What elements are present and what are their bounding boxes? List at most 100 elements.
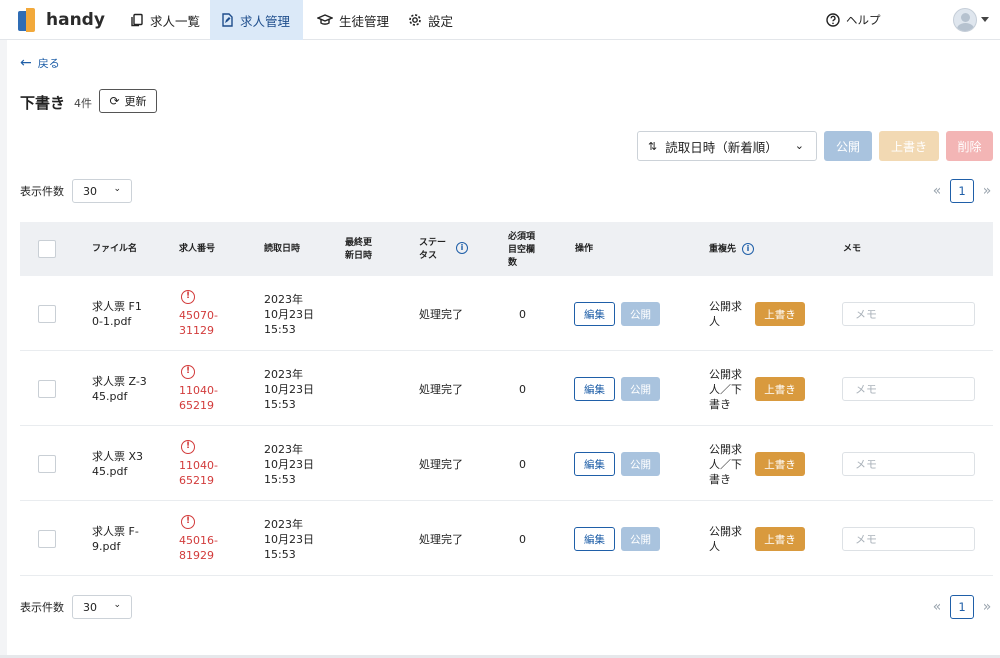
nav-item-job-management[interactable]: 求人管理 (210, 0, 303, 40)
sort-icon: ⇅ (648, 139, 658, 153)
file-name-line2: 0-1.pdf (92, 315, 132, 328)
job-number[interactable]: 45070- 31129 (179, 308, 218, 338)
memo-input[interactable]: メモ (842, 452, 975, 476)
overwrite-button[interactable]: 上書き (755, 377, 805, 401)
job-number[interactable]: 45016- 81929 (179, 533, 218, 563)
refresh-label: 更新 (124, 95, 147, 108)
nav-label: 求人管理 (240, 13, 291, 29)
job-number[interactable]: 11040- 65219 (179, 458, 218, 488)
file-name-line2: 45.pdf (92, 465, 128, 478)
date-line2: 10月23日 (264, 533, 314, 546)
date-line1: 2023年 (264, 518, 303, 531)
next-page-button[interactable]: » (980, 599, 994, 615)
overwrite-button[interactable]: 上書き (755, 452, 805, 476)
file-name: 求人票 F1 0-1.pdf (92, 299, 142, 329)
nav-item-settings[interactable]: 設定 (398, 0, 463, 40)
row-checkbox[interactable] (38, 380, 56, 398)
memo-input[interactable]: メモ (842, 527, 975, 551)
file-name: 求人票 Z-3 45.pdf (92, 374, 147, 404)
bulk-overwrite-button[interactable]: 上書き (879, 131, 939, 161)
table-row: 求人票 Z-3 45.pdf ! 11040- 65219 2023年 10月2… (20, 351, 993, 426)
info-icon[interactable]: i (456, 242, 468, 254)
back-link[interactable]: ← 戻る (20, 55, 60, 71)
bulk-delete-button[interactable]: 削除 (946, 131, 993, 161)
header-memo: メモ (843, 244, 862, 254)
page-number-button[interactable]: 1 (950, 595, 974, 619)
file-name-line2: 9.pdf (92, 540, 121, 553)
pagination-bottom: « 1 » (930, 595, 994, 619)
per-page-label: 表示件数 (20, 601, 64, 614)
nav-item-job-list[interactable]: 求人一覧 (120, 0, 210, 40)
row-checkbox[interactable] (38, 455, 56, 473)
per-page-value: 30 (83, 600, 97, 614)
error-icon: ! (181, 515, 195, 529)
memo-input[interactable]: メモ (842, 302, 975, 326)
overwrite-button[interactable]: 上書き (755, 527, 805, 551)
refresh-button[interactable]: ⟳ 更新 (99, 89, 157, 113)
help-link[interactable]: ヘルプ (826, 0, 881, 40)
prev-page-button[interactable]: « (930, 183, 944, 199)
row-checkbox[interactable] (38, 305, 56, 323)
edit-button[interactable]: 編集 (574, 452, 615, 476)
dup-line3: 書き (709, 398, 731, 411)
publish-button[interactable]: 公開 (621, 377, 660, 401)
date-line2: 10月23日 (264, 458, 314, 471)
date-line3: 15:53 (264, 473, 296, 486)
sort-select[interactable]: ⇅ 読取日時（新着順） ⌄ (637, 131, 817, 161)
file-name-line1: 求人票 Z-3 (92, 375, 147, 388)
status-text: 処理完了 (419, 533, 463, 546)
per-page-select[interactable]: 30 ⌄ (72, 179, 132, 203)
overwrite-button[interactable]: 上書き (755, 302, 805, 326)
read-datetime: 2023年 10月23日 15:53 (264, 292, 314, 337)
read-datetime: 2023年 10月23日 15:53 (264, 517, 314, 562)
duplicate-target: 公開求 人 (709, 524, 742, 554)
header-duplicate: 重複先 i (709, 243, 755, 257)
gear-icon (409, 14, 421, 26)
page-number-button[interactable]: 1 (950, 179, 974, 203)
publish-button[interactable]: 公開 (621, 302, 660, 326)
user-avatar[interactable] (953, 8, 977, 32)
dup-line3: 書き (709, 473, 731, 486)
memo-input[interactable]: メモ (842, 377, 975, 401)
date-line2: 10月23日 (264, 308, 314, 321)
file-edit-icon (222, 13, 233, 27)
publish-button[interactable]: 公開 (621, 452, 660, 476)
nav-label: 求人一覧 (150, 13, 201, 29)
chevron-down-icon: ⌄ (113, 184, 121, 194)
logo-icon (18, 7, 40, 33)
caret-down-icon[interactable] (981, 17, 989, 22)
duplicate-target: 公開求 人／下 書き (709, 367, 742, 412)
nav-item-student-management[interactable]: 生徒管理 (307, 0, 399, 40)
select-all-checkbox[interactable] (38, 240, 56, 258)
edit-button[interactable]: 編集 (574, 527, 615, 551)
edit-button[interactable]: 編集 (574, 302, 615, 326)
row-checkbox[interactable] (38, 530, 56, 548)
per-page-select[interactable]: 30 ⌄ (72, 595, 132, 619)
duplicate-target: 公開求 人／下 書き (709, 442, 742, 487)
info-icon[interactable]: i (742, 243, 755, 255)
header-status-line2: タス (419, 251, 438, 261)
date-line3: 15:53 (264, 548, 296, 561)
header-required-line3: 数 (508, 258, 518, 268)
bulk-publish-button[interactable]: 公開 (824, 131, 872, 161)
brand-logo[interactable]: handy (18, 6, 105, 34)
required-empty-count: 0 (519, 533, 526, 546)
header-last-updated-line2: 新日時 (345, 251, 373, 261)
brand-name: handy (46, 10, 105, 30)
header-last-updated[interactable]: 最終更 新日時 (345, 237, 372, 263)
dup-line2: 人 (709, 315, 720, 328)
job-number[interactable]: 11040- 65219 (179, 383, 218, 413)
edit-button[interactable]: 編集 (574, 377, 615, 401)
per-page-control-bottom: 表示件数 30 ⌄ (20, 595, 132, 619)
read-datetime: 2023年 10月23日 15:53 (264, 367, 314, 412)
prev-page-button[interactable]: « (930, 599, 944, 615)
publish-button[interactable]: 公開 (621, 527, 660, 551)
next-page-button[interactable]: » (980, 183, 994, 199)
header-file-name: ファイル名 (92, 244, 138, 254)
header-status-line1: ステー (419, 238, 447, 248)
header-required-line1: 必須項 (508, 232, 536, 242)
job-number-line1: 11040- (179, 459, 218, 472)
status-text: 処理完了 (419, 308, 463, 321)
job-number-line1: 45070- (179, 309, 218, 322)
dup-line1: 公開求 (709, 525, 742, 538)
